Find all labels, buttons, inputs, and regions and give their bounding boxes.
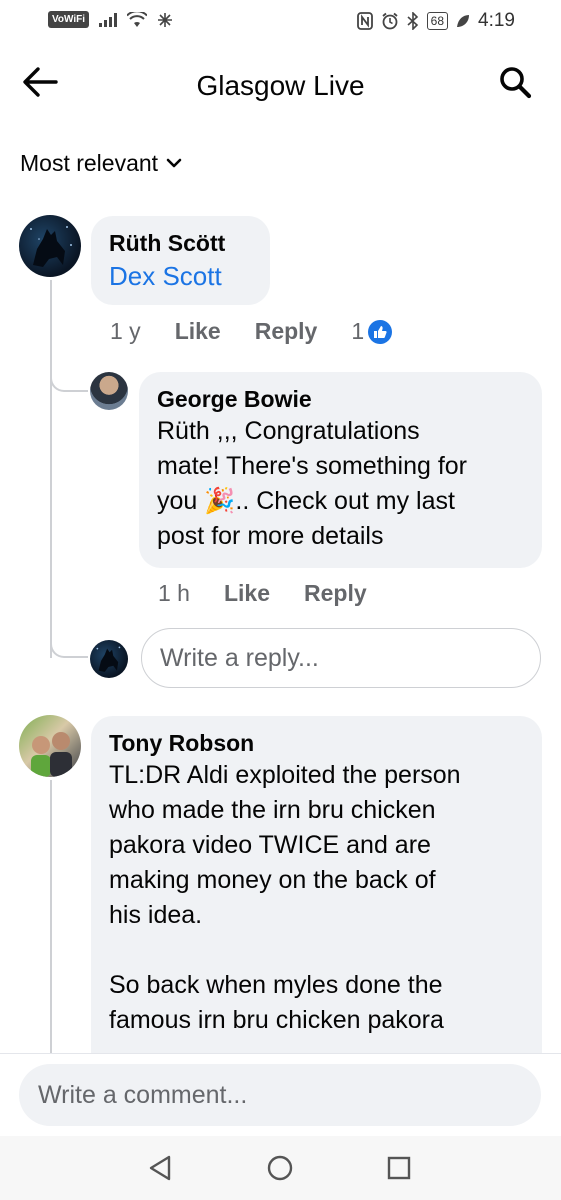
- bluetooth-icon: [407, 12, 418, 30]
- avatar[interactable]: [90, 372, 128, 410]
- status-right: 68 4:19: [356, 10, 515, 32]
- comment-author[interactable]: Rüth Scött: [109, 228, 252, 258]
- search-icon: [500, 67, 532, 99]
- status-bar: VoWiFi 68 4:19: [0, 0, 561, 42]
- profile-photo-icon: [31, 732, 72, 777]
- comment-actions: 1 y Like Reply 1: [110, 318, 393, 345]
- wolf-silhouette-icon: [96, 646, 121, 672]
- comment-text: TL:DR Aldi exploited the person who made…: [109, 761, 461, 1034]
- reaction-count-number: 1: [351, 318, 365, 344]
- leaf-icon: [457, 15, 470, 27]
- nav-home-icon: [267, 1155, 293, 1181]
- comment-bubble[interactable]: Rüth Scött Dex Scott: [91, 216, 270, 305]
- thread-connector: [50, 360, 88, 392]
- thread-connector: [50, 626, 88, 658]
- vowifi-badge: VoWiFi: [48, 11, 90, 28]
- page-title: Glasgow Live: [196, 70, 365, 101]
- avatar[interactable]: [19, 215, 81, 277]
- nav-recents-icon: [387, 1156, 411, 1180]
- reply-text: Rüth ,,, Congratulations mate! There's s…: [157, 414, 524, 554]
- nav-recents-button[interactable]: [383, 1152, 415, 1184]
- reply-button[interactable]: Reply: [255, 318, 318, 345]
- thread-line: [50, 780, 52, 1055]
- reply-button[interactable]: Reply: [304, 580, 367, 607]
- comment-bubble[interactable]: Tony Robson TL:DR Aldi exploited the per…: [91, 716, 542, 1096]
- avatar[interactable]: [19, 715, 81, 777]
- top-header: Glasgow Live: [0, 52, 561, 116]
- like-button[interactable]: Like: [175, 318, 221, 345]
- nav-home-button[interactable]: [264, 1152, 296, 1184]
- like-reaction-icon: [368, 319, 393, 344]
- battery-level: 68: [426, 12, 449, 30]
- search-button[interactable]: [497, 64, 537, 104]
- nfc-icon: [356, 12, 373, 30]
- reply-author[interactable]: George Bowie: [157, 384, 524, 414]
- system-nav-bar: [0, 1136, 561, 1200]
- nav-back-icon: [149, 1155, 171, 1181]
- wifi-icon: [127, 11, 148, 27]
- thread-line: [50, 280, 52, 658]
- wolf-silhouette-icon: [30, 226, 72, 267]
- reply-time[interactable]: 1 h: [158, 580, 190, 607]
- reply-actions: 1 h Like Reply: [158, 580, 401, 607]
- party-popper-emoji: 🎉: [204, 487, 236, 515]
- current-user-avatar: [90, 640, 128, 678]
- chevron-down-icon: [166, 158, 182, 167]
- reply-bubble[interactable]: George Bowie Rüth ,,, Congratulations ma…: [139, 372, 542, 568]
- status-time: 4:19: [478, 10, 515, 31]
- reply-input[interactable]: Write a reply...: [141, 628, 541, 688]
- like-button[interactable]: Like: [224, 580, 270, 607]
- alarm-icon: [382, 12, 398, 30]
- nav-back-button[interactable]: [145, 1152, 177, 1184]
- sort-dropdown[interactable]: Most relevant: [20, 150, 182, 177]
- status-left: VoWiFi: [48, 11, 173, 28]
- signal-icon: [99, 12, 118, 27]
- reaction-count[interactable]: 1: [351, 318, 393, 345]
- comment-time[interactable]: 1 y: [110, 318, 141, 345]
- sync-icon: [158, 12, 173, 27]
- comment-input[interactable]: Write a comment...: [19, 1064, 541, 1126]
- comment-author[interactable]: Tony Robson: [109, 728, 524, 758]
- tagged-user-link[interactable]: Dex Scott: [109, 258, 252, 294]
- sort-label: Most relevant: [20, 150, 159, 176]
